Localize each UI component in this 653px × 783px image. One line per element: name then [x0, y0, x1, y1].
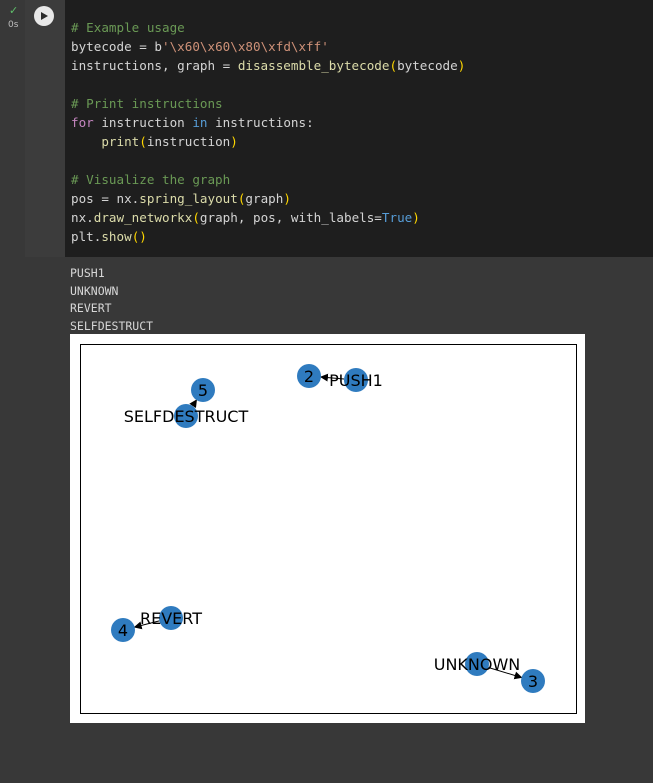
graph-node-label: PUSH1 — [329, 371, 383, 390]
code-line: # Example usage — [71, 18, 465, 37]
code-token: '\x60\x60\x80\xfd\xff' — [162, 39, 329, 54]
code-token: True — [381, 210, 413, 225]
code-token: show — [101, 229, 132, 244]
graph-node-label: REVERT — [140, 609, 202, 628]
code-content[interactable]: # Example usage bytecode = b'\x60\x60\x80… — [71, 18, 465, 246]
code-token: ) — [457, 58, 466, 73]
execution-time: 0s — [8, 20, 19, 30]
code-line: nx.draw_networkx(graph, pos, with_labels… — [71, 208, 465, 227]
code-line: plt.show() — [71, 227, 465, 246]
check-icon: ✓ — [9, 4, 19, 17]
code-token: ) — [283, 191, 291, 206]
graph-node-label: UNKNOWN — [434, 655, 521, 674]
code-token: for — [71, 115, 94, 130]
code-line: # Print instructions — [71, 94, 465, 113]
run-cell-button[interactable] — [34, 6, 54, 26]
code-token: ( — [389, 58, 398, 73]
output-line: PUSH1 — [70, 266, 105, 280]
code-token: ) — [230, 134, 238, 149]
graph-edge — [189, 399, 197, 409]
graph-node-label: 2 — [304, 367, 314, 386]
code-line: print(instruction) — [71, 132, 465, 151]
code-token: ( — [139, 134, 147, 149]
code-line: # Visualize the graph — [71, 170, 465, 189]
code-token: ( — [192, 210, 200, 225]
left-gutter: ✓ 0s — [0, 0, 25, 783]
code-token: ) — [412, 210, 420, 225]
code-token: disassemble_bytecode — [237, 58, 390, 73]
code-token: instructions, graph = — [71, 58, 238, 73]
code-token: () — [131, 229, 147, 244]
output-line: SELFDESTRUCT — [70, 318, 154, 333]
graph-figure: PUSH1 2 UNKNOWN 3 REVERT 4 SELFDESTRUCT 5 — [70, 334, 585, 723]
code-token: in — [192, 115, 208, 130]
code-token: bytecode = b — [71, 39, 162, 54]
code-line: pos = nx.spring_layout(graph) — [71, 189, 465, 208]
graph-node-label: 3 — [528, 672, 538, 691]
code-line: for instruction in instructions: — [71, 113, 465, 132]
code-token: bytecode — [397, 58, 458, 73]
graph-node-label: SELFDESTRUCT — [124, 407, 249, 426]
code-token: print — [101, 134, 140, 149]
code-line: instructions, graph = disassemble_byteco… — [71, 56, 465, 75]
code-token: # Visualize the graph — [71, 172, 231, 187]
code-token: nx. — [71, 210, 94, 225]
cell-run-area — [25, 0, 65, 257]
play-icon — [41, 12, 48, 20]
code-line: bytecode = b'\x60\x60\x80\xfd\xff' — [71, 37, 465, 56]
code-token: spring_layout — [139, 191, 238, 206]
graph-node-label: 4 — [118, 621, 128, 640]
output-line: UNKNOWN — [70, 283, 119, 298]
code-token: graph — [245, 191, 284, 206]
output-line: REVERT — [70, 301, 112, 315]
output-text: PUSH1 UNKNOWN REVERT SELFDESTRUCT — [70, 265, 153, 335]
code-token: # Print instructions — [71, 96, 223, 111]
network-graph: PUSH1 2 UNKNOWN 3 REVERT 4 SELFDESTRUCT 5 — [80, 344, 577, 714]
code-token: pos = nx. — [71, 191, 140, 206]
code-token: instruction — [146, 134, 231, 149]
code-token: graph, pos, with_labels= — [199, 210, 382, 225]
graph-node-label: 5 — [198, 381, 208, 400]
code-token: instruction — [93, 115, 193, 130]
code-token: plt. — [71, 229, 102, 244]
code-token: # Example usage — [71, 20, 185, 35]
code-token: draw_networkx — [93, 210, 193, 225]
code-token: instructions: — [207, 115, 314, 130]
